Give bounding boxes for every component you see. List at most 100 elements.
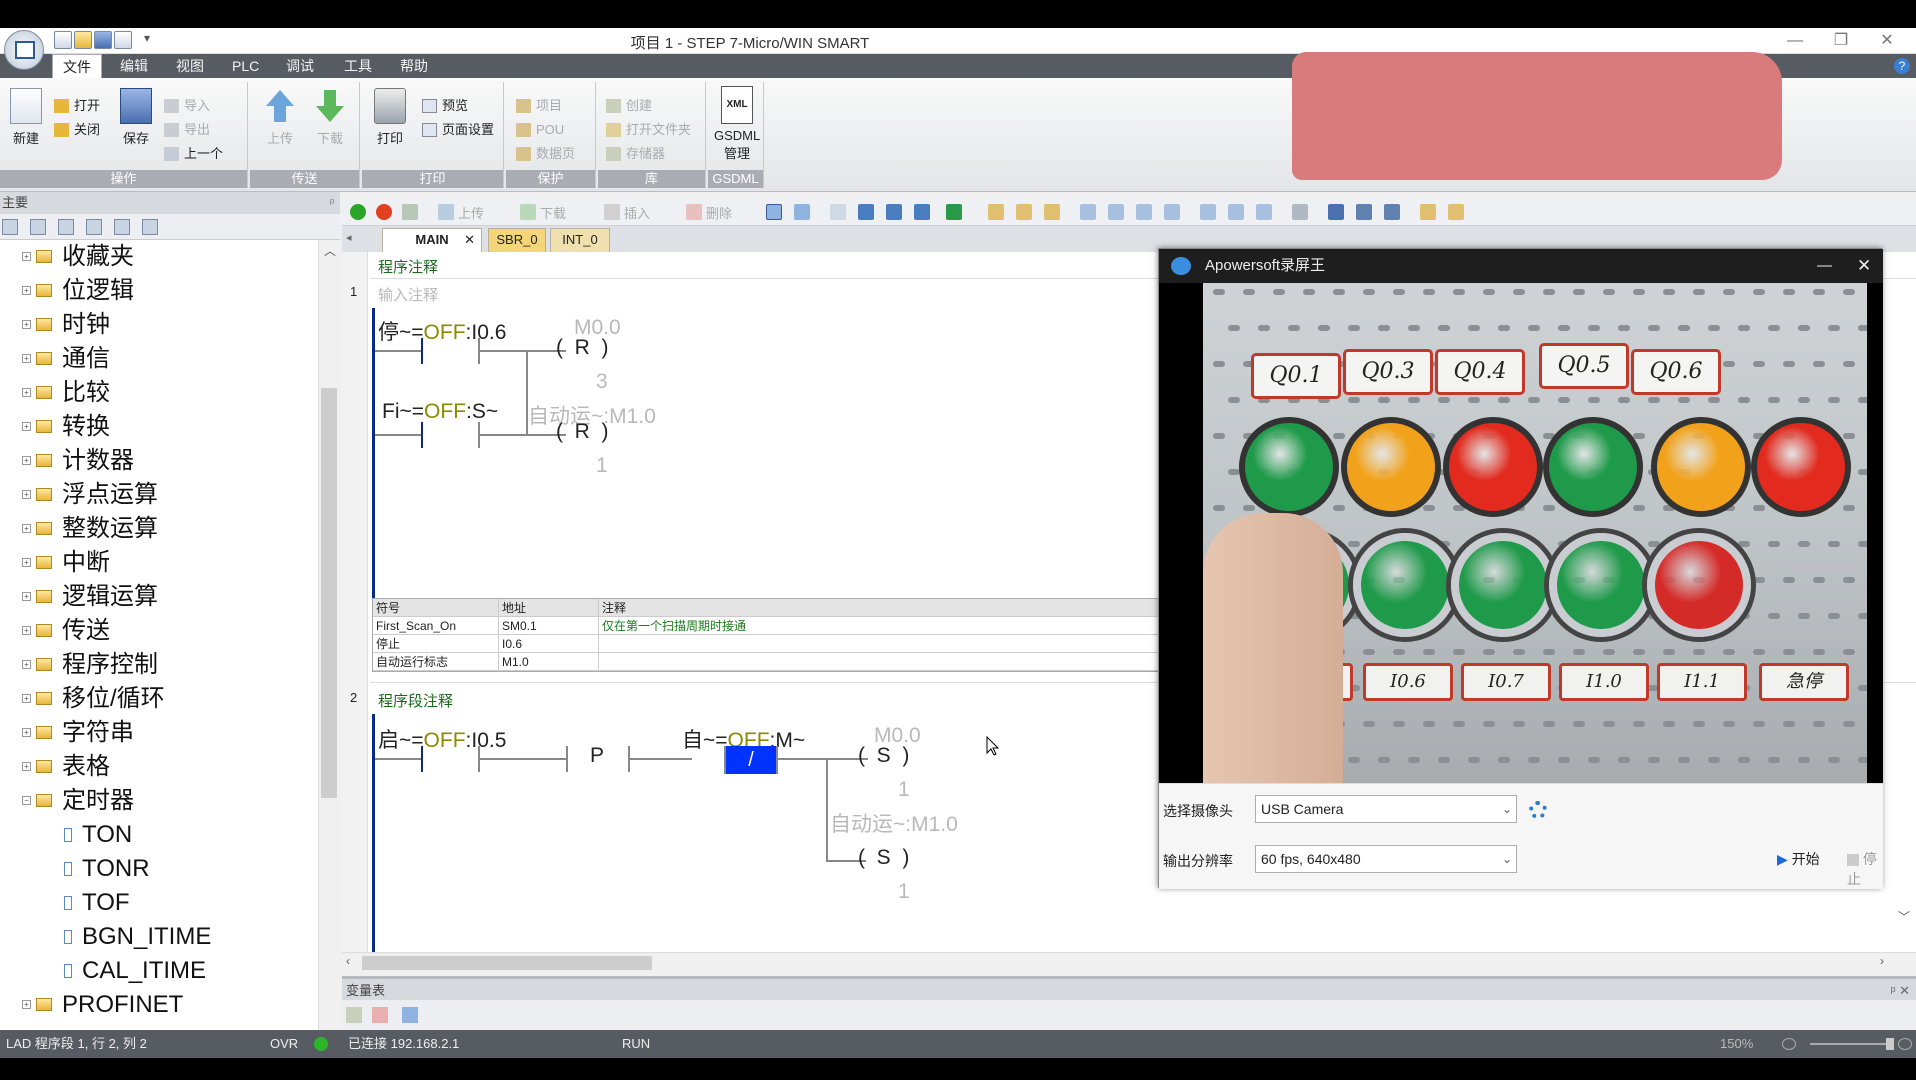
- reset-coil[interactable]: ( R ): [556, 336, 609, 360]
- reset-coil[interactable]: ( R ): [556, 420, 609, 444]
- settings-gear-icon[interactable]: [1529, 801, 1547, 819]
- nav-prev-icon[interactable]: [858, 204, 874, 220]
- editor-scroll-down-icon[interactable]: ﹀: [1898, 908, 1910, 925]
- tb-tool-c-icon[interactable]: [1044, 204, 1060, 220]
- expand-icon[interactable]: +: [22, 422, 31, 431]
- help-icon[interactable]: ?: [1894, 58, 1910, 74]
- program-comment[interactable]: 程序注释: [378, 256, 438, 277]
- application-button[interactable]: [4, 30, 44, 70]
- tab-main[interactable]: MAIN ✕: [382, 228, 482, 252]
- tb-insert-label[interactable]: 插入: [624, 203, 650, 222]
- minimize-icon[interactable]: —: [1780, 30, 1810, 52]
- coil-icon[interactable]: [1228, 204, 1244, 220]
- previous-button[interactable]: 上一个: [164, 144, 223, 164]
- var-insert-icon[interactable]: [346, 1007, 362, 1023]
- set-coil[interactable]: ( S ): [858, 846, 909, 870]
- positive-edge[interactable]: P: [590, 744, 604, 768]
- menu-debug[interactable]: 调试: [276, 54, 324, 78]
- expand-icon[interactable]: +: [22, 592, 31, 601]
- collapse-icon[interactable]: −: [22, 796, 31, 805]
- var-create-icon[interactable]: [402, 1007, 418, 1023]
- pin-icon[interactable]: ᵖ: [330, 192, 334, 214]
- nav-clear-icon[interactable]: [914, 204, 930, 220]
- start-record-button[interactable]: ▶ 开始: [1777, 849, 1820, 869]
- network-comment[interactable]: 输入注释: [378, 284, 438, 305]
- expand-icon[interactable]: +: [22, 1000, 31, 1009]
- new-button[interactable]: 新建: [4, 88, 48, 147]
- compile-icon[interactable]: [402, 204, 418, 220]
- expand-icon[interactable]: +: [22, 490, 31, 499]
- upload-button[interactable]: 上传: [258, 88, 302, 147]
- stop-record-button[interactable]: 停止: [1847, 849, 1881, 889]
- camera-select[interactable]: USB Camera ⌄: [1255, 795, 1517, 823]
- scroll-up-icon[interactable]: ︿: [324, 242, 336, 259]
- tb-insert-icon[interactable]: [604, 204, 620, 220]
- table-view-icon[interactable]: [30, 219, 46, 235]
- editor-hscrollbar[interactable]: ‹ ›: [342, 952, 1916, 972]
- box-icon[interactable]: [1256, 204, 1272, 220]
- stop-icon[interactable]: [376, 204, 392, 220]
- save-button[interactable]: 保存: [114, 88, 158, 147]
- menu-tools[interactable]: 工具: [334, 54, 382, 78]
- doc-view-icon[interactable]: [86, 219, 102, 235]
- tb-tool-a-icon[interactable]: [988, 204, 1004, 220]
- download-button[interactable]: 下载: [308, 88, 352, 147]
- tb-tool-d-icon[interactable]: [1420, 204, 1436, 220]
- print-button[interactable]: 打印: [368, 88, 412, 147]
- tb-download-label[interactable]: 下载: [540, 203, 566, 222]
- expand-icon[interactable]: +: [22, 354, 31, 363]
- tb-upload-icon[interactable]: [438, 204, 454, 220]
- tab-close-icon[interactable]: ✕: [464, 229, 475, 251]
- bookmark-icon[interactable]: [830, 204, 846, 220]
- library-memory-button[interactable]: 存储器: [606, 144, 665, 164]
- goto-icon[interactable]: [946, 204, 962, 220]
- normally-closed-contact[interactable]: /: [724, 746, 778, 774]
- hscroll-thumb[interactable]: [362, 956, 652, 970]
- protect-datapage-button[interactable]: 数据页: [516, 144, 575, 164]
- comment-toggle-icon[interactable]: [1292, 204, 1308, 220]
- contact-icon[interactable]: [1200, 204, 1216, 220]
- list-view-icon[interactable]: [58, 219, 74, 235]
- preview-button[interactable]: 预览: [422, 96, 468, 116]
- gsdml-manage-button[interactable]: XML GSDML 管理: [714, 86, 760, 162]
- symbol-info-icon[interactable]: [1384, 204, 1400, 220]
- page-setup-button[interactable]: 页面设置: [422, 120, 494, 140]
- expand-icon[interactable]: +: [22, 558, 31, 567]
- tab-int0[interactable]: INT_0: [550, 228, 610, 252]
- monitor-icon[interactable]: [766, 204, 782, 220]
- expand-icon[interactable]: +: [22, 524, 31, 533]
- tree-view-icon[interactable]: [2, 219, 18, 235]
- expand-icon[interactable]: +: [22, 626, 31, 635]
- tb-tool-b-icon[interactable]: [1016, 204, 1032, 220]
- recorder-close-icon[interactable]: ✕: [1857, 249, 1871, 283]
- tb-download-icon[interactable]: [520, 204, 536, 220]
- set-coil[interactable]: ( S ): [858, 744, 909, 768]
- branch-up-icon[interactable]: [1108, 204, 1124, 220]
- library-open-folder-button[interactable]: 打开文件夹: [606, 120, 691, 140]
- zoom-out-icon[interactable]: [1782, 1038, 1796, 1050]
- tb-delete-label[interactable]: 删除: [706, 203, 732, 222]
- run-icon[interactable]: [350, 204, 366, 220]
- recorder-minimize-icon[interactable]: —: [1817, 249, 1832, 283]
- zoom-slider[interactable]: [1810, 1043, 1894, 1045]
- menu-file[interactable]: 文件: [52, 54, 102, 78]
- symbol-edit-icon[interactable]: [1356, 204, 1372, 220]
- tab-sbr0[interactable]: SBR_0: [488, 228, 546, 252]
- scroll-left-icon[interactable]: ‹: [346, 954, 350, 968]
- menu-plc[interactable]: PLC: [222, 54, 269, 78]
- expand-icon[interactable]: +: [22, 694, 31, 703]
- restore-icon[interactable]: ❐: [1826, 30, 1856, 52]
- resolution-select[interactable]: 60 fps, 640x480 ⌄: [1255, 845, 1517, 873]
- expand-icon[interactable]: +: [22, 456, 31, 465]
- open-button[interactable]: 打开: [54, 96, 100, 116]
- zoom-in-icon[interactable]: [1898, 1038, 1912, 1050]
- nav-next-icon[interactable]: [886, 204, 902, 220]
- line-left-icon[interactable]: [1136, 204, 1152, 220]
- import-button[interactable]: 导入: [164, 96, 210, 116]
- expand-icon[interactable]: +: [22, 388, 31, 397]
- tb-delete-icon[interactable]: [686, 204, 702, 220]
- line-right-icon[interactable]: [1164, 204, 1180, 220]
- branch-down-icon[interactable]: [1080, 204, 1096, 220]
- window-close-icon[interactable]: ✕: [1872, 30, 1902, 52]
- menu-view[interactable]: 视图: [166, 54, 214, 78]
